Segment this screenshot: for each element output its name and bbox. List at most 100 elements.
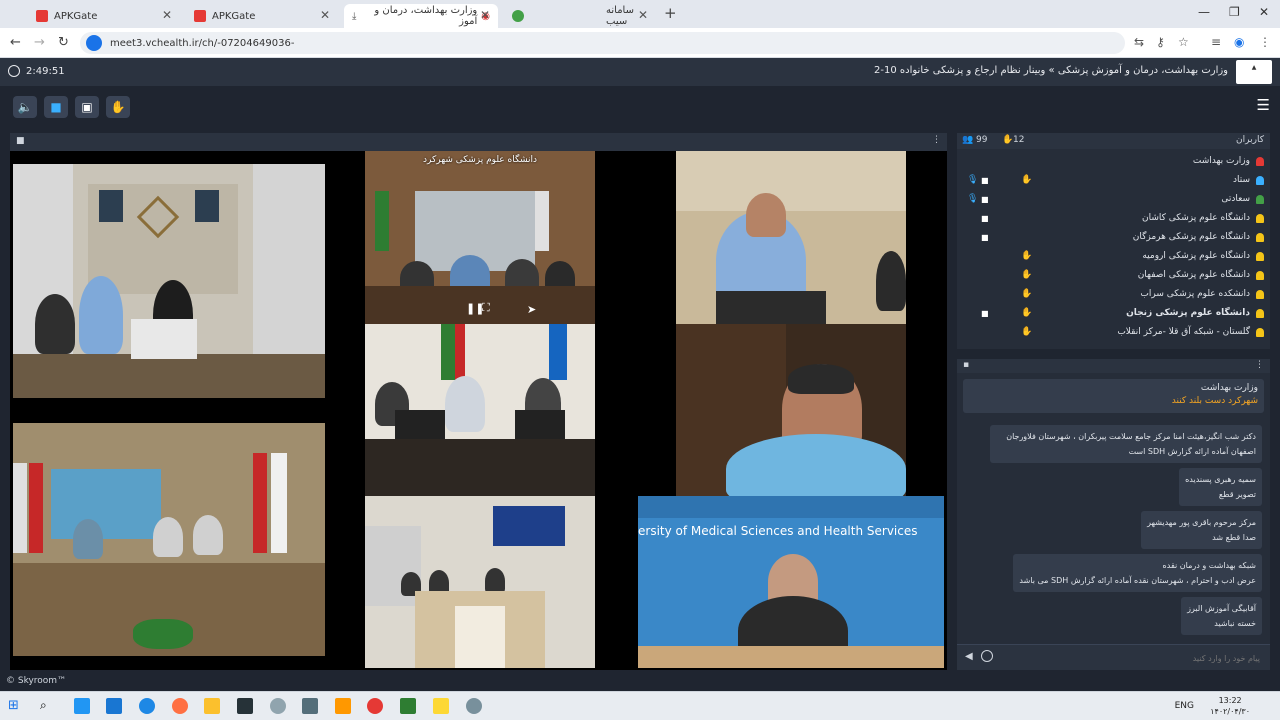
app-icon[interactable] (74, 698, 90, 714)
close-tab-icon[interactable]: ✕ (320, 8, 330, 22)
user-row[interactable]: ستاد 🎙 ■ ✋ (957, 172, 1270, 191)
speaker-icon: 🔈 (17, 100, 33, 114)
system-clock[interactable]: 13:22 ۱۴۰۲/۰۴/۳۰ (1210, 695, 1250, 717)
tab-title: APKGate (212, 10, 256, 22)
chat-message: آقابیگی آموزش البرز خسته نباشید (1181, 597, 1262, 635)
video-tile[interactable] (365, 496, 595, 668)
app-icon[interactable] (466, 698, 482, 714)
skyroom-brand: © Skyroom™ (6, 676, 67, 686)
raise-hand-button[interactable]: ✋ (106, 96, 130, 118)
app-icon[interactable] (237, 698, 253, 714)
video-tile[interactable] (13, 164, 325, 398)
raised-hand-icon[interactable]: ✋ (1021, 308, 1032, 318)
mic-icon[interactable]: 🎙 (967, 194, 978, 204)
app-icon[interactable] (270, 698, 286, 714)
send-icon[interactable]: ◀ (965, 651, 973, 662)
user-avatar-icon (1256, 309, 1264, 318)
user-name: دانشگاه علوم پزشکی کاشان (1141, 213, 1250, 223)
pinned-notice: وزارت بهداشت شهرکرد دست بلند کنند (963, 379, 1264, 413)
video-panel: ■ ⋮ دانشگاه علوم پزشکی شهرکرد ❚❚ ⛶ ➤ ers… (10, 133, 947, 670)
user-row[interactable]: دانشگاه علوم پزشکی اصفهان ✋ (957, 267, 1270, 286)
camera-button[interactable]: ■ (44, 96, 68, 118)
site-info-icon[interactable] (86, 35, 102, 51)
forward-icon[interactable]: → (34, 35, 45, 50)
raised-hand-icon[interactable]: ✋ (1021, 270, 1032, 280)
user-name: ستاد (1232, 175, 1250, 185)
chat-message-input[interactable] (1020, 649, 1260, 667)
user-row[interactable]: دانشگاه علوم پزشکی زنجان ■ ✋ (957, 305, 1270, 324)
screenshare-button[interactable]: ▣ (75, 96, 99, 118)
close-tab-icon[interactable]: ✕ (480, 8, 490, 22)
camera-icon[interactable]: ■ (981, 195, 989, 204)
url-field[interactable]: meet3.vchealth.ir/ch/-07204649036- (80, 32, 1125, 54)
raised-hand-icon[interactable]: ✋ (1021, 175, 1032, 185)
raised-hand-icon[interactable]: ✋ (1021, 251, 1032, 261)
user-name: وزارت بهداشت (1192, 156, 1250, 166)
user-avatar-icon (1256, 195, 1264, 204)
reading-list-icon[interactable]: ≡ (1211, 35, 1221, 49)
close-window-icon[interactable]: ✕ (1259, 5, 1269, 19)
user-row[interactable]: دانشگاه علوم پزشکی ارومیه ✋ (957, 248, 1270, 267)
camera-icon[interactable]: ■ (981, 214, 989, 223)
close-tab-icon[interactable]: ✕ (162, 8, 172, 22)
video-panel-menu-icon[interactable]: ⋮ (932, 135, 941, 145)
user-row[interactable]: دانشگاه علوم پزشکی هرمزگان ■ (957, 229, 1270, 248)
password-key-icon[interactable]: ⚷ (1156, 35, 1165, 49)
address-bar-row: ← → ↻ meet3.vchealth.ir/ch/-07204649036-… (0, 28, 1280, 58)
excel-icon[interactable] (400, 698, 416, 714)
camera-icon[interactable]: ■ (981, 233, 989, 242)
language-indicator[interactable]: ENG (1175, 701, 1194, 711)
firefox-icon[interactable] (172, 698, 188, 714)
reload-icon[interactable]: ↻ (58, 35, 69, 50)
hamburger-menu-icon[interactable]: ☰ (1257, 96, 1270, 114)
fullscreen-icon[interactable]: ⛶ (482, 301, 490, 315)
close-tab-icon[interactable]: ✕ (638, 8, 648, 22)
minimize-icon[interactable]: — (1198, 5, 1210, 19)
video-tile[interactable] (365, 324, 595, 496)
user-row[interactable]: دانشگاه علوم پزشکی کاشان ■ (957, 210, 1270, 229)
browser-tab[interactable]: سامانه سیب ✕ (504, 4, 656, 28)
search-icon[interactable]: ⌕ (40, 698, 56, 714)
video-tile[interactable] (676, 324, 906, 496)
browser-tab-active[interactable]: ⤓ وزارت بهداشت، درمان و آموز ◉ ✕ (344, 4, 498, 28)
windows-start-icon[interactable]: ⊞ (8, 698, 24, 714)
user-name: گلستان - شبکه آق قلا -مرکز انقلاب (1117, 327, 1250, 337)
browser-tab[interactable]: APKGate ✕ (28, 4, 180, 28)
chrome-icon[interactable] (367, 698, 383, 714)
browser-menu-icon[interactable]: ⋮ (1259, 35, 1271, 49)
file-explorer-icon[interactable] (433, 698, 449, 714)
video-panel-header: ■ ⋮ (10, 133, 947, 151)
raised-hand-icon[interactable]: ✋ (1021, 327, 1032, 337)
user-row[interactable]: دانشکده علوم پزشکی سراب ✋ (957, 286, 1270, 305)
chat-menu-icon[interactable]: ⋮ (1255, 360, 1264, 370)
app-icon[interactable] (335, 698, 351, 714)
translate-icon[interactable]: ⇆ (1134, 35, 1144, 49)
browser-tab[interactable]: APKGate ✕ (186, 4, 338, 28)
edge-icon[interactable] (139, 698, 155, 714)
emoji-icon[interactable] (981, 650, 993, 662)
camera-icon[interactable]: ■ (981, 309, 989, 318)
camera-icon[interactable]: ■ (981, 176, 989, 185)
profile-icon[interactable]: ◉ (1234, 35, 1244, 49)
app-icon[interactable] (204, 698, 220, 714)
bookmark-star-icon[interactable]: ☆ (1178, 35, 1189, 49)
app-icon[interactable] (106, 698, 122, 714)
mic-icon[interactable]: 🎙 (967, 175, 978, 185)
restore-icon[interactable]: ❐ (1229, 5, 1240, 19)
user-name: دانشگاه علوم پزشکی زنجان (1126, 308, 1250, 318)
app-icon[interactable] (302, 698, 318, 714)
video-tile-shahrekord[interactable]: دانشگاه علوم پزشکی شهرکرد ❚❚ ⛶ ➤ (365, 151, 595, 324)
speaker-button[interactable]: 🔈 (13, 96, 37, 118)
video-tile[interactable] (676, 151, 906, 324)
raised-hand-icon[interactable]: ✋ (1021, 289, 1032, 299)
user-avatar-icon (1256, 176, 1264, 185)
back-icon[interactable]: ← (10, 35, 21, 50)
user-row[interactable]: وزارت بهداشت (957, 153, 1270, 172)
clock-date: ۱۴۰۲/۰۴/۳۰ (1210, 707, 1250, 716)
user-row[interactable]: گلستان - شبکه آق قلا -مرکز انقلاب ✋ (957, 324, 1270, 343)
chat-message: شبکه بهداشت و درمان نقده عرض ادب و احترا… (1013, 554, 1262, 592)
video-tile[interactable]: ersity of Medical Sciences and Health Se… (638, 496, 944, 668)
user-row[interactable]: سعادتی 🎙 ■ (957, 191, 1270, 210)
video-tile[interactable] (13, 423, 325, 656)
new-tab-icon[interactable]: + (664, 4, 677, 22)
